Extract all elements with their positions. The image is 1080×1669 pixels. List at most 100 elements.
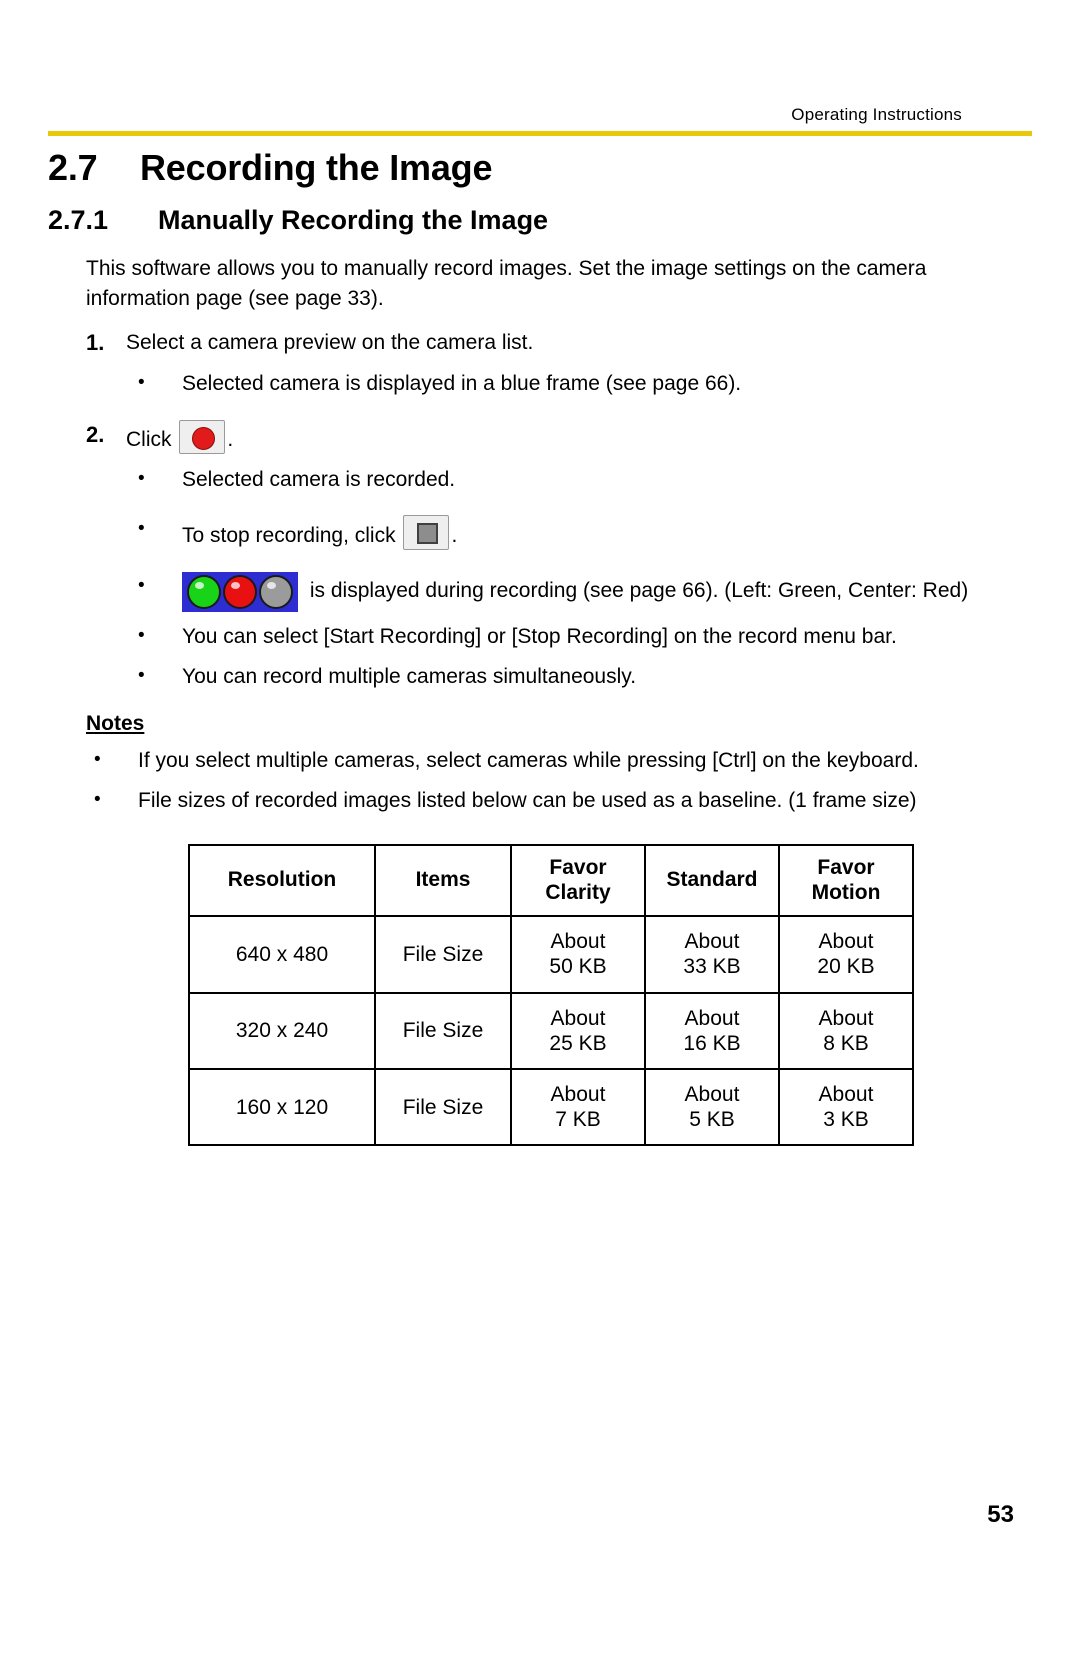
led-gray-icon <box>259 575 293 610</box>
stop-instruction-text: To stop recording, click <box>182 523 396 547</box>
cell-favor-clarity: About 50 KB <box>510 915 646 994</box>
bullet-glyph: • <box>138 517 145 539</box>
cell-line-2: 20 KB <box>817 955 875 979</box>
list-item: • To stop recording, click . <box>130 514 1032 551</box>
column-header-resolution: Resolution <box>188 843 376 918</box>
page-header: Operating Instructions <box>48 105 1032 136</box>
cell-line-2: 33 KB <box>683 955 741 979</box>
cell-standard: About 16 KB <box>644 991 780 1071</box>
recording-status-leds-icon <box>182 572 298 613</box>
cell-line-2: 5 KB <box>689 1108 735 1132</box>
cell-line-2: 8 KB <box>823 1031 869 1055</box>
led-red-icon <box>223 575 257 610</box>
cell-line-2: 3 KB <box>823 1108 869 1132</box>
list-item: • Selected camera is displayed in a blue… <box>130 369 1032 399</box>
step-2-bullets: • Selected camera is recorded. • To stop… <box>130 465 1032 692</box>
column-header-favor-motion: Favor Motion <box>778 843 914 918</box>
step-2-number: 2. <box>86 422 105 448</box>
list-item-text: You can record multiple cameras simultan… <box>182 665 637 689</box>
notes-list: • If you select multiple cameras, select… <box>86 746 1032 816</box>
page-content: 2.7 Recording the Image 2.7.1 Manually Rec… <box>48 145 1032 1147</box>
cell-line-1: About <box>550 1006 606 1030</box>
list-item-text: is displayed during recording (see page … <box>182 572 1022 613</box>
list-item-text: Selected camera is recorded. <box>182 467 456 491</box>
header-line-1: Favor <box>817 855 875 879</box>
cell-favor-motion: About 20 KB <box>778 915 914 994</box>
cell-line-1: About <box>550 1083 606 1107</box>
cell-line-2: 25 KB <box>549 1031 607 1055</box>
cell-resolution: 160 x 120 <box>188 1068 376 1147</box>
step-2-period: . <box>227 428 234 452</box>
notes-heading: Notes <box>86 712 145 736</box>
cell-standard: About 5 KB <box>644 1068 780 1147</box>
list-item-text: To stop recording, click . <box>182 514 1022 551</box>
subsection-title: Manually Recording the Image <box>158 204 549 235</box>
cell-line-1: About <box>684 1006 740 1030</box>
led-description-text: is displayed during recording (see page … <box>309 579 969 603</box>
document-page: Operating Instructions 2.7 Recording the … <box>0 0 1080 1669</box>
cell-line-2: 7 KB <box>555 1108 601 1132</box>
intro-paragraph: This software allows you to manually rec… <box>86 257 927 311</box>
table-header-row: Resolution Items Favor Clarity Standard … <box>188 843 914 918</box>
column-header-favor-clarity: Favor Clarity <box>510 843 646 918</box>
cell-line-1: About <box>818 930 874 954</box>
bullet-glyph: • <box>94 788 101 810</box>
cell-favor-clarity: About 25 KB <box>510 991 646 1071</box>
list-item: • If you select multiple cameras, select… <box>86 746 1032 776</box>
cell-line-1: About <box>550 930 606 954</box>
file-size-table: Resolution Items Favor Clarity Standard … <box>188 843 914 1147</box>
running-head: Operating Instructions <box>791 105 962 124</box>
list-item: • is displayed during recording (see pag… <box>130 572 1032 613</box>
bullet-glyph: • <box>138 665 145 687</box>
table-row: 640 x 480 File Size About 50 KB About 33… <box>188 915 914 994</box>
table-body: 640 x 480 File Size About 50 KB About 33… <box>188 915 914 1147</box>
list-item-text: File sizes of recorded images listed bel… <box>138 788 917 812</box>
subsection-heading: 2.7.1 Manually Recording the Image <box>48 202 1032 238</box>
list-item: • You can record multiple cameras simult… <box>130 662 1032 692</box>
section-heading: 2.7 Recording the Image <box>48 145 1032 192</box>
list-item-text: If you select multiple cameras, select c… <box>138 749 919 773</box>
step-1: 1. Select a camera preview on the camera… <box>86 328 1032 359</box>
step-1-text: Select a camera preview on the camera li… <box>126 330 534 354</box>
header-rule <box>48 131 1032 136</box>
cell-line-2: 16 KB <box>683 1031 741 1055</box>
table-row: 320 x 240 File Size About 25 KB About 16… <box>188 991 914 1071</box>
step-2-text: Click . <box>126 420 1032 455</box>
cell-line-2: 50 KB <box>549 955 607 979</box>
cell-items: File Size <box>374 991 512 1071</box>
table-header: Resolution Items Favor Clarity Standard … <box>188 843 914 918</box>
cell-line-1: About <box>818 1006 874 1030</box>
column-header-items: Items <box>374 843 512 918</box>
header-line-2: Clarity <box>545 880 611 904</box>
cell-line-1: About <box>818 1083 874 1107</box>
stop-instruction-period: . <box>451 523 458 547</box>
bullet-glyph: • <box>138 575 145 597</box>
record-button-icon[interactable] <box>179 420 226 455</box>
step-2: 2. Click . <box>86 420 1032 455</box>
list-item-text: You can select [Start Recording] or [Sto… <box>182 625 897 649</box>
list-item: • File sizes of recorded images listed b… <box>86 786 1032 816</box>
table-row: 160 x 120 File Size About 7 KB About 5 K… <box>188 1068 914 1147</box>
bullet-glyph: • <box>138 371 145 393</box>
step-1-number: 1. <box>86 329 105 355</box>
bullet-glyph: • <box>138 625 145 647</box>
cell-items: File Size <box>374 915 512 994</box>
cell-favor-motion: About 8 KB <box>778 991 914 1071</box>
page-number: 53 <box>987 1501 1014 1528</box>
header-line-1: Favor <box>549 855 607 879</box>
section-number: 2.7 <box>48 147 98 188</box>
bullet-glyph: • <box>138 467 145 489</box>
cell-favor-clarity: About 7 KB <box>510 1068 646 1147</box>
step-1-bullets: • Selected camera is displayed in a blue… <box>130 369 1032 399</box>
cell-resolution: 640 x 480 <box>188 915 376 994</box>
stop-button-icon[interactable] <box>403 514 450 550</box>
cell-items: File Size <box>374 1068 512 1147</box>
bullet-glyph: • <box>94 749 101 771</box>
list-item: • Selected camera is recorded. <box>130 465 1032 495</box>
section-title: Recording the Image <box>140 147 493 188</box>
cell-resolution: 320 x 240 <box>188 991 376 1071</box>
column-header-standard: Standard <box>644 843 780 918</box>
cell-favor-motion: About 3 KB <box>778 1068 914 1147</box>
led-green-icon <box>187 575 221 610</box>
header-line-2: Motion <box>811 880 881 904</box>
